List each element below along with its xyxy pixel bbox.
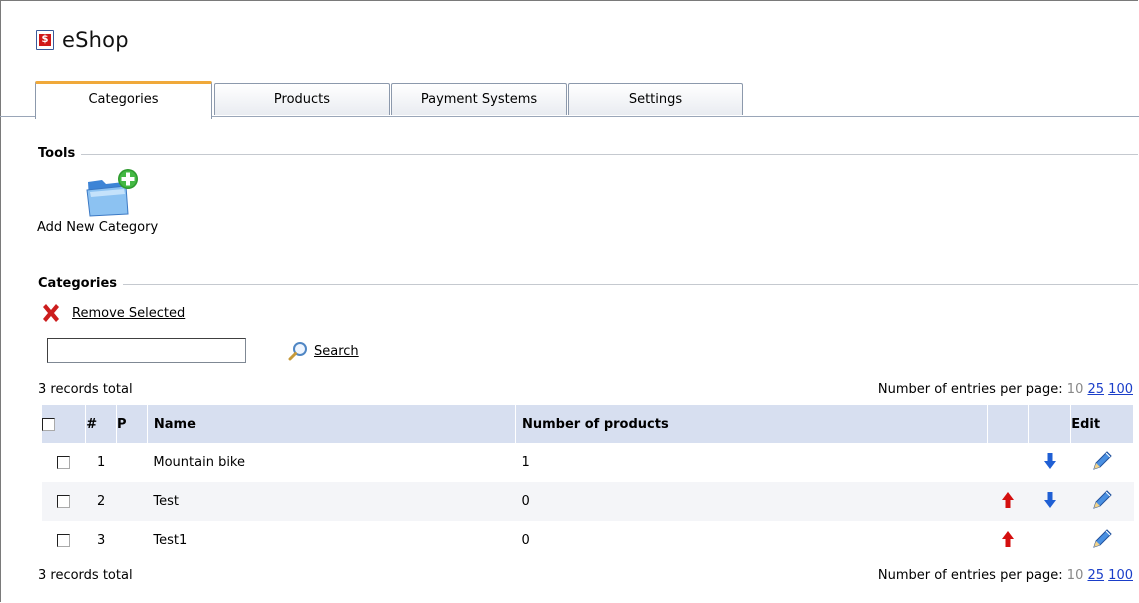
- row-move-up-cell: [987, 521, 1028, 560]
- remove-selected-button[interactable]: Remove Selected: [40, 302, 185, 324]
- categories-divider: [123, 284, 1138, 285]
- per-page-current: 10: [1066, 568, 1084, 583]
- edit-pencil-icon[interactable]: [1091, 450, 1113, 476]
- categories-title: Categories: [38, 276, 118, 291]
- row-product-count: 0: [521, 533, 530, 548]
- move-up-arrow-icon[interactable]: [1002, 491, 1015, 512]
- row-move-up-cell: [987, 443, 1028, 482]
- column-header-name[interactable]: Name: [147, 405, 516, 443]
- table-row: 3 Test1 0: [42, 521, 1134, 560]
- per-page-option-25[interactable]: 25: [1087, 568, 1104, 583]
- per-page-selector-top: Number of entries per page: 10 25 100: [878, 382, 1133, 397]
- eshop-logo-icon: $: [36, 30, 54, 50]
- tab-settings[interactable]: Settings: [568, 83, 743, 115]
- delete-x-icon: [43, 304, 59, 322]
- row-move-down-cell: [1028, 482, 1071, 521]
- per-page-option-100[interactable]: 100: [1108, 382, 1133, 397]
- records-total-top: 3 records total: [38, 382, 133, 397]
- remove-selected-label: Remove Selected: [72, 305, 186, 321]
- per-page-selector-bottom: Number of entries per page: 10 25 100: [878, 568, 1133, 583]
- tab-products[interactable]: Products: [214, 83, 390, 115]
- row-num: 2: [85, 482, 117, 521]
- folder-add-icon: [86, 169, 138, 217]
- row-p: [116, 482, 148, 521]
- per-page-option-25[interactable]: 25: [1087, 382, 1104, 397]
- per-page-current: 10: [1066, 382, 1084, 397]
- row-num: 1: [96, 455, 106, 470]
- row-p: [117, 521, 148, 560]
- row-name: Test1: [153, 533, 188, 548]
- row-num: 3: [96, 533, 106, 548]
- row-name: Test: [147, 482, 516, 521]
- select-all-header: [42, 405, 87, 443]
- column-header-p[interactable]: P: [116, 405, 148, 443]
- magnifier-icon: [288, 342, 307, 361]
- row-edit-cell: [1070, 482, 1134, 521]
- tools-divider: [81, 154, 1138, 155]
- row-edit-cell: [1071, 521, 1134, 560]
- tools-section-header: Tools: [38, 146, 1138, 161]
- tab-payment-systems[interactable]: Payment Systems: [391, 83, 567, 115]
- row-move-down-cell: [1029, 521, 1071, 560]
- app-header: $ eShop: [36, 28, 129, 52]
- tools-title: Tools: [38, 146, 76, 161]
- column-header-number-of-products[interactable]: Number of products: [515, 405, 988, 443]
- move-down-arrow-icon[interactable]: [1043, 491, 1056, 512]
- edit-pencil-icon[interactable]: [1091, 489, 1113, 515]
- row-select-cell: [42, 443, 86, 482]
- search-label: Search: [314, 343, 359, 359]
- search-input[interactable]: [47, 338, 246, 363]
- add-new-category-label: Add New Category: [37, 220, 159, 235]
- row-move-up-cell: [987, 482, 1029, 521]
- column-header-move-down: [1028, 405, 1072, 443]
- per-page-option-100[interactable]: 100: [1108, 568, 1133, 583]
- search-button[interactable]: Search: [288, 341, 359, 361]
- column-header-edit: Edit: [1070, 405, 1134, 443]
- row-name: Mountain bike: [153, 455, 245, 470]
- row-move-down-cell: [1029, 443, 1071, 482]
- per-page-label: Number of entries per page:: [877, 382, 1063, 397]
- tab-bar: Categories Products Payment Systems Sett…: [0, 81, 1139, 119]
- edit-pencil-icon[interactable]: [1091, 528, 1113, 554]
- per-page-label: Number of entries per page:: [877, 568, 1063, 583]
- categories-section-header: Categories: [38, 276, 1138, 291]
- row-checkbox[interactable]: [57, 495, 71, 508]
- row-select-cell: [42, 521, 86, 560]
- records-total-bottom: 3 records total: [38, 568, 133, 583]
- row-p: [117, 443, 148, 482]
- move-up-arrow-icon[interactable]: [1002, 530, 1015, 551]
- row-product-count: 0: [515, 482, 988, 521]
- move-down-arrow-icon[interactable]: [1043, 452, 1056, 473]
- tab-categories[interactable]: Categories: [35, 81, 212, 119]
- select-all-checkbox[interactable]: [42, 417, 55, 431]
- categories-table: # P Name Number of products Edit 1 Mount…: [42, 405, 1134, 560]
- row-checkbox[interactable]: [57, 534, 71, 547]
- table-header-row: # P Name Number of products Edit: [42, 405, 1134, 443]
- row-select-cell: [42, 482, 86, 521]
- row-checkbox[interactable]: [57, 456, 71, 469]
- app-title: eShop: [62, 28, 129, 52]
- column-header-num[interactable]: #: [85, 405, 118, 443]
- table-row: 1 Mountain bike 1: [42, 443, 1134, 482]
- table-row: 2 Test 0: [42, 482, 1134, 521]
- row-product-count: 1: [521, 455, 530, 470]
- column-header-move-up: [987, 405, 1030, 443]
- row-edit-cell: [1071, 443, 1134, 482]
